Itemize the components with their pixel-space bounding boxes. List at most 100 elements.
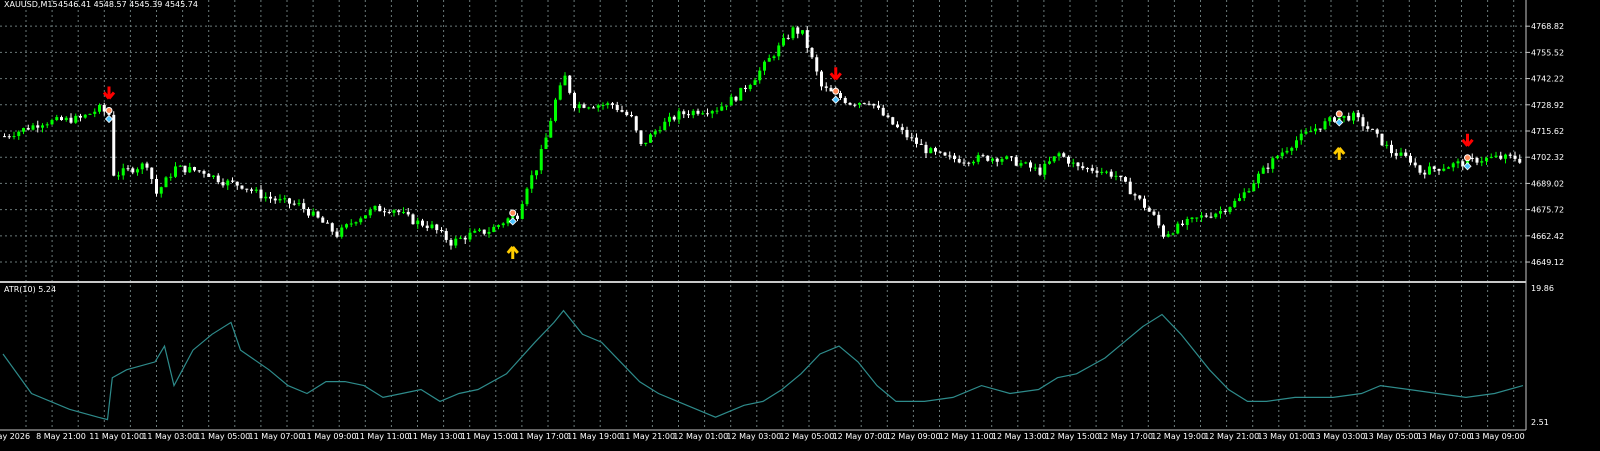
candle-body [31, 125, 35, 130]
candle-body [112, 114, 116, 176]
candle-body [1470, 157, 1474, 159]
candle-body [967, 162, 971, 164]
time-axis-label: 11 May 11:00 [355, 432, 410, 441]
candle-body [354, 222, 358, 224]
candle-body [881, 107, 885, 116]
candle-body [340, 227, 344, 237]
candle-body [60, 117, 63, 121]
candle-body [126, 168, 130, 170]
candle-body [763, 61, 766, 71]
time-axis-label: 13 May 01:00 [1257, 432, 1312, 441]
candle-body [796, 27, 800, 34]
candle-body [88, 113, 92, 115]
candle-body [1371, 128, 1374, 130]
candle-body [1489, 157, 1493, 159]
candle-body [915, 137, 918, 144]
price-axis-label: 4742.22 [1531, 75, 1564, 84]
candle-body [264, 196, 268, 199]
candle-body [50, 120, 54, 125]
candle-body [758, 70, 762, 81]
candle-body [516, 215, 519, 219]
candle-body [1238, 198, 1241, 201]
trading-chart[interactable]: XAUUSD,M15 4546.41 4548.57 4545.39 4545.… [0, 0, 1600, 451]
candle-body [620, 110, 624, 112]
order-marker-icon [1335, 110, 1343, 118]
candle-body [440, 230, 443, 232]
candle-body [1295, 140, 1298, 148]
candle-body [1276, 156, 1279, 159]
candle-body [55, 117, 59, 121]
candle-body [1223, 210, 1227, 212]
candle-body [421, 220, 424, 226]
chart-header-symbol: XAUUSD,M15 [4, 0, 58, 9]
candle-body [1394, 153, 1398, 156]
candle-body [98, 104, 101, 112]
candle-body [74, 115, 78, 123]
candle-body [682, 111, 686, 115]
candle-body [858, 102, 861, 105]
time-axis-label: 8 May 2026 [0, 432, 30, 441]
candle-body [720, 106, 724, 111]
candle-body [1271, 158, 1275, 169]
candle-body [288, 198, 291, 204]
candle-body [216, 175, 220, 183]
candle-body [786, 37, 790, 39]
candle-body [307, 209, 310, 216]
time-axis-label: 11 May 07:00 [249, 432, 304, 441]
candle-body [345, 224, 348, 228]
candle-body [1352, 112, 1355, 121]
candle-body [140, 163, 144, 170]
candle-body [1109, 171, 1113, 177]
candle-body [1413, 162, 1417, 166]
candle-body [321, 217, 325, 223]
candle-body [221, 182, 225, 186]
time-axis: 8 May 20268 May 21:0011 May 01:0011 May … [0, 432, 1525, 441]
candle-body [929, 148, 933, 154]
candle-body [1499, 155, 1503, 159]
candle-body [843, 97, 847, 103]
candle-body [677, 111, 681, 120]
time-axis-label: 12 May 21:00 [1204, 432, 1259, 441]
candle-body [995, 158, 999, 162]
candle-body [810, 47, 814, 58]
candle-body [1309, 131, 1313, 133]
candle-body [1456, 161, 1460, 164]
candle-body [1086, 168, 1089, 170]
candle-body [501, 223, 505, 226]
candle-body [953, 155, 956, 160]
candle-body [131, 168, 135, 173]
candle-body [435, 224, 439, 231]
candle-body [748, 84, 752, 90]
candle-body [378, 205, 382, 212]
candle-body [425, 225, 429, 229]
candle-body [12, 136, 16, 138]
candle-body [250, 189, 253, 191]
candle-body [801, 30, 804, 34]
candle-body [269, 196, 272, 199]
candle-body [1147, 207, 1151, 212]
candle-body [853, 104, 857, 106]
price-axis-label: 4715.62 [1531, 127, 1564, 136]
price-axis-label: 4755.52 [1531, 48, 1564, 57]
candle-body [805, 30, 809, 48]
candle-body [549, 120, 553, 138]
candle-body [188, 167, 192, 173]
candle-body [1024, 162, 1028, 164]
candle-body [672, 116, 676, 120]
candle-body [102, 104, 106, 112]
candle-body [1138, 195, 1142, 199]
candle-body [1356, 112, 1360, 118]
candle-body [1314, 128, 1317, 132]
candle-body [1219, 210, 1222, 214]
candle-body [938, 151, 942, 153]
candle-body [839, 93, 842, 98]
candle-body [1347, 115, 1351, 121]
time-axis-label: 11 May 15:00 [461, 432, 516, 441]
price-axis-label: 4689.02 [1531, 179, 1564, 188]
candle-body [164, 177, 168, 188]
candle-body [463, 237, 467, 240]
candle-body [311, 211, 315, 216]
candle-body [497, 225, 500, 227]
candle-body [596, 105, 600, 108]
candle-body [1143, 198, 1146, 208]
